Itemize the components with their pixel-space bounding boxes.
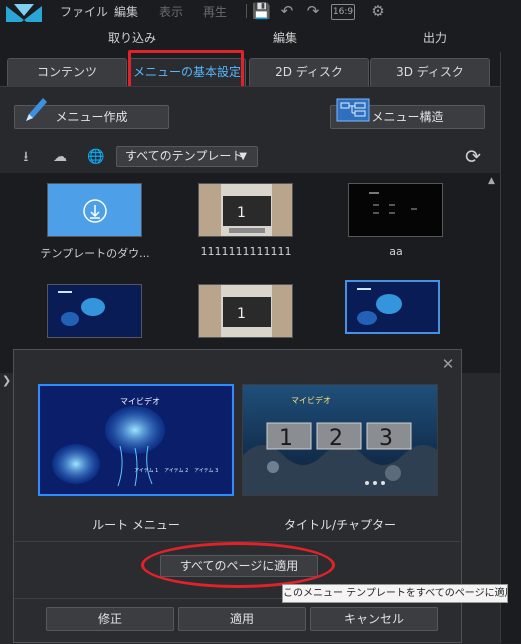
- collapse-left-arrow-icon[interactable]: ❯: [2, 374, 11, 387]
- svg-text:アイテム 3: アイテム 3: [194, 468, 218, 474]
- module-output[interactable]: 出力: [423, 29, 447, 46]
- template-label: 1111111111111: [200, 245, 292, 258]
- svg-text:3: 3: [379, 426, 393, 451]
- template-thumbnail-selected[interactable]: [345, 280, 440, 334]
- chevron-down-icon: ▼: [239, 151, 247, 162]
- menu-structure-icon: [336, 98, 370, 122]
- template-thumbnail-download[interactable]: [47, 183, 142, 237]
- tab-contents[interactable]: コンテンツ: [7, 58, 127, 86]
- template-thumbnail-1111[interactable]: 1: [198, 183, 293, 237]
- modify-button[interactable]: 修正: [46, 607, 174, 631]
- aspect-ratio-button[interactable]: 16:9: [331, 4, 355, 20]
- template-filter-select[interactable]: すべてのテンプレート ▼: [116, 146, 258, 167]
- tab-3d-disc[interactable]: 3D ディスク: [370, 58, 490, 86]
- scroll-up-arrow-icon[interactable]: ▲: [488, 176, 498, 186]
- module-edit[interactable]: 編集: [273, 29, 297, 46]
- toolbar-separator: [246, 4, 247, 18]
- redo-icon[interactable]: ↷: [304, 2, 322, 20]
- menu-playback[interactable]: 再生: [203, 3, 227, 20]
- preview-title-text: マイビデオ: [120, 396, 160, 406]
- module-import[interactable]: 取り込み: [108, 29, 156, 46]
- preview-title-text: マイビデオ: [291, 395, 331, 405]
- template-label: テンプレートのダウ...: [40, 247, 150, 260]
- save-icon[interactable]: 💾: [252, 2, 271, 20]
- svg-text:1: 1: [237, 306, 246, 322]
- svg-text:1: 1: [279, 426, 293, 451]
- title-chapter-preview[interactable]: マイビデオ 1 2 3: [242, 384, 438, 496]
- settings-gear-icon[interactable]: ⚙: [369, 2, 387, 20]
- undo-icon[interactable]: ↶: [278, 2, 296, 20]
- title-chapter-label: タイトル/チャプター: [284, 518, 396, 532]
- root-menu-preview[interactable]: マイビデオ アイテム 1 アイテム 2 アイテム 3: [38, 384, 234, 496]
- red-highlight-ellipse: [141, 542, 335, 588]
- cloud-icon[interactable]: ☁: [50, 148, 70, 166]
- template-thumbnail-gray[interactable]: 1: [198, 284, 293, 338]
- menu-view[interactable]: 表示: [159, 3, 183, 20]
- tab-2d-disc[interactable]: 2D ディスク: [249, 58, 369, 86]
- pen-icon: [20, 95, 50, 125]
- template-filter-value: すべてのテンプレート: [125, 149, 244, 163]
- apply-all-tooltip: このメニュー テンプレートをすべてのページに適用: [282, 584, 508, 603]
- svg-text:アイテム 1: アイテム 1: [134, 468, 158, 474]
- import-template-icon[interactable]: ⭳: [16, 148, 36, 166]
- template-label: aa: [389, 245, 403, 258]
- menu-edit[interactable]: 編集: [114, 3, 138, 20]
- close-icon[interactable]: ✕: [440, 356, 456, 372]
- apply-button[interactable]: 適用: [178, 607, 306, 631]
- svg-text:アイテム 2: アイテム 2: [164, 468, 188, 474]
- refresh-icon[interactable]: ⟳: [462, 146, 484, 168]
- root-menu-label: ルート メニュー: [92, 518, 180, 532]
- svg-text:2: 2: [329, 426, 343, 451]
- download-icon: [83, 199, 107, 223]
- right-panel-edge: [500, 52, 521, 643]
- svg-text:1: 1: [237, 205, 246, 221]
- template-thumbnail-aa[interactable]: [348, 183, 443, 237]
- globe-icon[interactable]: 🌐: [86, 148, 106, 166]
- template-thumbnail-jellyfish-1[interactable]: [47, 284, 142, 338]
- cancel-button[interactable]: キャンセル: [310, 607, 438, 631]
- menu-file[interactable]: ファイル: [60, 3, 108, 20]
